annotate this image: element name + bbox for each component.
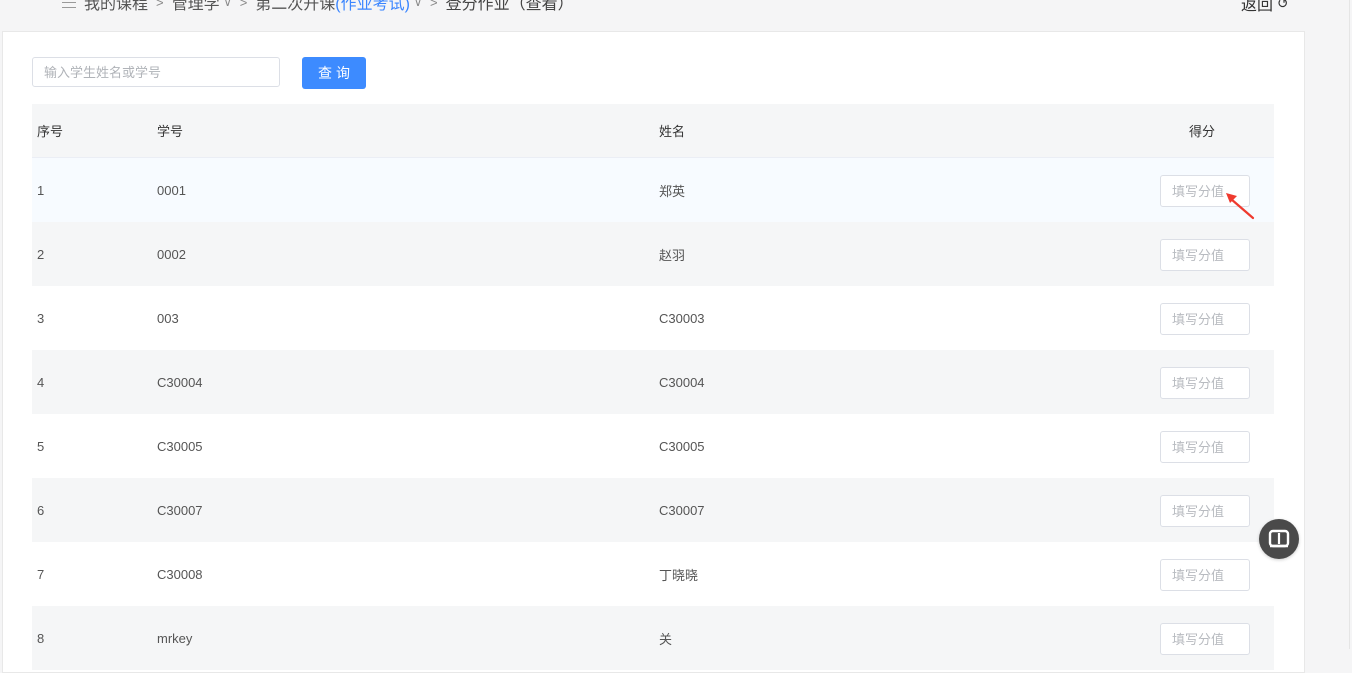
score-input[interactable]: [1160, 239, 1250, 271]
chevron-down-icon[interactable]: ∨: [414, 0, 422, 9]
row-name: 赵羽: [659, 247, 686, 263]
row-student-id: C30007: [157, 502, 203, 518]
menu-icon[interactable]: [62, 0, 76, 8]
annotation-arrow-icon: [1226, 193, 1255, 220]
row-index: 5: [37, 438, 45, 454]
score-table: 序号 学号 姓名 得分 1 0001 郑英 2 0002 赵羽 3 003 C3…: [32, 104, 1274, 670]
search-input[interactable]: [32, 57, 280, 87]
table-row: 1 0001 郑英: [32, 158, 1274, 222]
row-student-id: 0001: [157, 182, 186, 198]
chevron-down-icon[interactable]: ∨: [224, 0, 232, 9]
breadcrumb-separator-icon: >: [156, 0, 164, 10]
row-index: 6: [37, 502, 45, 518]
score-input[interactable]: [1160, 431, 1250, 463]
breadcrumb-session-highlight[interactable]: (作业考试): [335, 0, 410, 14]
score-input[interactable]: [1160, 367, 1250, 399]
row-student-id: C30008: [157, 566, 203, 582]
row-index: 2: [37, 246, 45, 262]
row-student-id: C30005: [157, 438, 203, 454]
breadcrumb-separator-icon: >: [239, 0, 248, 10]
table-header: 序号 学号 姓名 得分: [32, 104, 1274, 158]
query-button[interactable]: 查询: [302, 57, 366, 89]
table-row: 8 mrkey 关: [32, 606, 1274, 670]
row-name: 丁晓晓: [659, 567, 699, 583]
breadcrumb-my-courses[interactable]: 我的课程: [84, 0, 148, 14]
return-icon: ↺: [1277, 0, 1289, 11]
breadcrumb-session[interactable]: 第二次开课: [255, 0, 335, 14]
row-index: 1: [37, 182, 45, 198]
row-name: C30005: [659, 438, 705, 454]
book-icon: [1268, 529, 1290, 548]
row-name: 郑英: [659, 183, 686, 199]
row-name: C30004: [659, 374, 705, 390]
row-name: 关: [659, 631, 673, 647]
breadcrumb-bar: 我的课程 > 管理学 ∨ > 第二次开课 (作业考试) ∨ > 登分作业（查看） …: [0, 0, 1352, 30]
row-student-id: C30004: [157, 374, 203, 390]
float-book-button[interactable]: [1259, 519, 1299, 559]
row-student-id: 0002: [157, 246, 186, 262]
row-student-id: 003: [157, 310, 179, 326]
row-index: 3: [37, 310, 45, 326]
header-index: 序号: [37, 124, 64, 139]
table-row: 7 C30008 丁晓晓: [32, 542, 1274, 606]
row-index: 7: [37, 566, 45, 582]
breadcrumb: 我的课程 > 管理学 ∨ > 第二次开课 (作业考试) ∨ > 登分作业（查看）: [62, 0, 574, 13]
back-label: 返回: [1241, 0, 1274, 14]
score-input[interactable]: [1160, 559, 1250, 591]
row-name: C30007: [659, 502, 705, 518]
row-student-id: mrkey: [157, 630, 193, 646]
row-index: 8: [37, 630, 45, 646]
table-row: 6 C30007 C30007: [32, 478, 1274, 542]
breadcrumb-separator-icon: >: [430, 0, 438, 10]
table-row: 3 003 C30003: [32, 286, 1274, 350]
breadcrumb-current: 登分作业（查看）: [445, 0, 574, 13]
score-input[interactable]: [1160, 623, 1250, 655]
row-index: 4: [37, 374, 45, 390]
row-name: C30003: [659, 310, 705, 326]
table-row: 2 0002 赵羽: [32, 222, 1274, 286]
header-student-id: 学号: [157, 124, 184, 139]
right-margin: [1304, 0, 1352, 649]
score-input[interactable]: [1160, 495, 1250, 527]
table-row: 5 C30005 C30005: [32, 414, 1274, 478]
table-row: 4 C30004 C30004: [32, 350, 1274, 414]
breadcrumb-course[interactable]: 管理学: [172, 0, 220, 14]
main-panel: 查询 序号 学号 姓名 得分 1 0001 郑英 2 0002 赵羽 3 003…: [2, 31, 1305, 673]
scrollbar-track[interactable]: [1349, 0, 1350, 649]
header-name: 姓名: [659, 124, 686, 139]
back-button[interactable]: 返回 ↺: [1241, 0, 1289, 15]
header-score: 得分: [1189, 124, 1216, 139]
score-input[interactable]: [1160, 303, 1250, 335]
